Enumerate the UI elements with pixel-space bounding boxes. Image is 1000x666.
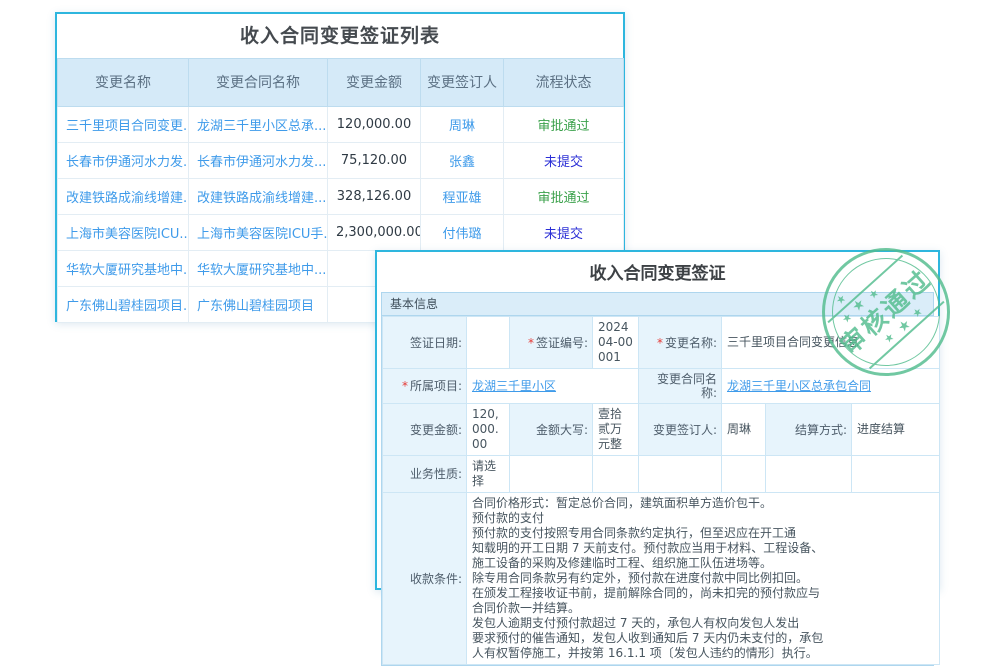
table-row[interactable]: 长春市伊通河水力发... 长春市伊通河水力发... 75,120.00 张鑫 未…	[58, 143, 624, 179]
amount-value: 120,000.00	[467, 404, 510, 456]
visa-date-label: 签证日期:	[383, 317, 467, 369]
status-badge: 未提交	[504, 215, 624, 251]
cell-signer: 张鑫	[421, 143, 504, 179]
amount-words-value: 壹拾贰万元整	[593, 404, 639, 456]
required-asterisk: *	[657, 336, 663, 350]
col-header-amount: 变更金额	[328, 59, 421, 107]
cell-amount: 2,300,000.00	[328, 215, 421, 251]
empty-cell	[766, 456, 852, 493]
status-badge: 审批通过	[504, 107, 624, 143]
list-header-row: 变更名称 变更合同名称 变更金额 变更签订人 流程状态	[58, 59, 624, 107]
cell-signer: 周琳	[421, 107, 504, 143]
terms-label: 收款条件:	[383, 493, 467, 665]
empty-cell	[593, 456, 639, 493]
cell-signer: 程亚雄	[421, 179, 504, 215]
table-row[interactable]: 上海市美容医院ICU... 上海市美容医院ICU手... 2,300,000.0…	[58, 215, 624, 251]
contract-name-label: 变更合同名称:	[639, 369, 722, 404]
amount-label: 变更金额:	[383, 404, 467, 456]
col-header-signer: 变更签订人	[421, 59, 504, 107]
contract-link[interactable]: 龙湖三千里小区总承包合同	[727, 379, 871, 393]
table-row[interactable]: 三千里项目合同变更... 龙湖三千里小区总承... 120,000.00 周琳 …	[58, 107, 624, 143]
business-type-select[interactable]: 请选择	[467, 456, 510, 493]
cell-amount: 75,120.00	[328, 143, 421, 179]
change-visa-detail-panel: 收入合同变更签证 基本信息 签证日期: *签证编号: 202404-00001 …	[375, 250, 940, 590]
col-header-change-name: 变更名称	[58, 59, 189, 107]
cell-amount: 328,126.00	[328, 179, 421, 215]
settlement-label: 结算方式:	[766, 404, 852, 456]
cell-signer: 付伟璐	[421, 215, 504, 251]
empty-cell	[852, 456, 940, 493]
col-header-status: 流程状态	[504, 59, 624, 107]
cell-contract-name-link[interactable]: 龙湖三千里小区总承...	[189, 107, 328, 143]
signer-label: 变更签订人:	[639, 404, 722, 456]
cell-amount: 120,000.00	[328, 107, 421, 143]
cell-change-name-link[interactable]: 广东佛山碧桂园项目...	[58, 287, 189, 323]
project-link[interactable]: 龙湖三千里小区	[472, 379, 556, 393]
visa-no-label: *签证编号:	[510, 317, 593, 369]
empty-cell	[639, 456, 722, 493]
cell-change-name-link[interactable]: 上海市美容医院ICU...	[58, 215, 189, 251]
list-panel-title: 收入合同变更签证列表	[57, 14, 623, 58]
cell-change-name-link[interactable]: 华软大厦研究基地中...	[58, 251, 189, 287]
change-name-label: *变更名称:	[639, 317, 722, 369]
detail-panel-title: 收入合同变更签证	[377, 252, 938, 292]
required-asterisk: *	[402, 379, 408, 393]
project-label: *所属项目:	[383, 369, 467, 404]
cell-contract-name-link[interactable]: 长春市伊通河水力发...	[189, 143, 328, 179]
visa-no-value: 202404-00001	[593, 317, 639, 369]
project-value-cell: 龙湖三千里小区	[467, 369, 639, 404]
settlement-value: 进度结算	[852, 404, 940, 456]
cell-contract-name-link[interactable]: 上海市美容医院ICU手...	[189, 215, 328, 251]
change-name-value[interactable]: 三千里项目合同变更信息	[722, 317, 940, 369]
basic-info-form: 基本信息 签证日期: *签证编号: 202404-00001 *变更名称: 三千…	[381, 292, 934, 666]
cell-contract-name-link[interactable]: 广东佛山碧桂园项目	[189, 287, 328, 323]
signer-value: 周琳	[722, 404, 766, 456]
contract-value-cell: 龙湖三千里小区总承包合同	[722, 369, 940, 404]
cell-change-name-link[interactable]: 三千里项目合同变更...	[58, 107, 189, 143]
section-header-basic-info: 基本信息	[382, 293, 933, 316]
terms-text: 合同价格形式：暂定总价合同，建筑面积单方造价包干。 预付款的支付 预付款的支付按…	[467, 493, 940, 665]
visa-date-field[interactable]	[467, 317, 510, 369]
required-asterisk: *	[528, 336, 534, 350]
cell-contract-name-link[interactable]: 改建铁路成渝线增建...	[189, 179, 328, 215]
col-header-contract-name: 变更合同名称	[189, 59, 328, 107]
status-badge: 未提交	[504, 143, 624, 179]
amount-words-label: 金额大写:	[510, 404, 593, 456]
status-badge: 审批通过	[504, 179, 624, 215]
cell-change-name-link[interactable]: 长春市伊通河水力发...	[58, 143, 189, 179]
cell-contract-name-link[interactable]: 华软大厦研究基地中...	[189, 251, 328, 287]
table-row[interactable]: 改建铁路成渝线增建... 改建铁路成渝线增建... 328,126.00 程亚雄…	[58, 179, 624, 215]
empty-cell	[722, 456, 766, 493]
empty-cell	[510, 456, 593, 493]
business-type-label: 业务性质:	[383, 456, 467, 493]
cell-change-name-link[interactable]: 改建铁路成渝线增建...	[58, 179, 189, 215]
